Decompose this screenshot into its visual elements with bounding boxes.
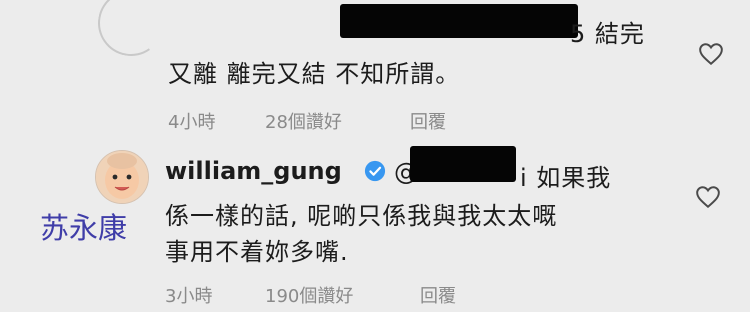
verified-badge-icon — [364, 160, 386, 182]
commenter-avatar-edge — [92, 0, 170, 62]
comment1-line1-suffix: 5 結完 — [570, 20, 645, 48]
comment1-reply-button[interactable]: 回覆 — [410, 108, 446, 134]
avatar-baby-face-icon — [96, 151, 148, 203]
comment2-reply-button[interactable]: 回覆 — [420, 282, 456, 308]
comment2-line1-suffix: i 如果我 — [520, 164, 612, 192]
redacted-username-top — [340, 4, 578, 38]
heart-icon[interactable] — [695, 185, 721, 209]
heart-icon[interactable] — [698, 42, 724, 66]
comment2-username[interactable]: william_gung — [165, 157, 342, 185]
name-caption: 苏永康 — [40, 211, 128, 245]
comment2-line3: 事用不着妳多嘴. — [165, 238, 349, 266]
avatar[interactable] — [95, 150, 149, 204]
comment2-line2: 係一樣的話, 呢啲只係我與我太太嘅 — [165, 202, 558, 230]
comment2-time: 3小時 — [165, 286, 213, 307]
comment1-time: 4小時 — [168, 112, 216, 133]
comment2-likes[interactable]: 190個讚好 — [265, 282, 353, 308]
comment1-line2: 又離 離完又結 不知所謂。 — [168, 60, 461, 88]
comment1-likes[interactable]: 28個讚好 — [265, 108, 342, 134]
redacted-mention — [410, 146, 516, 182]
